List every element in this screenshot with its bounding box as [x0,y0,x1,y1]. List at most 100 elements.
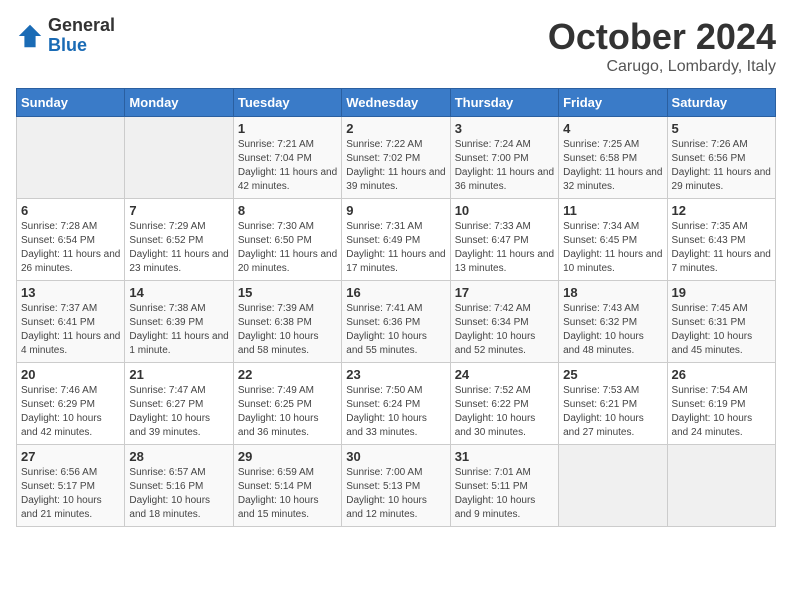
day-number: 5 [672,121,771,136]
day-number: 17 [455,285,554,300]
day-info: Sunrise: 6:59 AMSunset: 5:14 PMDaylight:… [238,466,337,522]
week-row-5: 27Sunrise: 6:56 AMSunset: 5:17 PMDayligh… [17,445,776,527]
day-number: 8 [238,203,337,218]
calendar-cell: 8 Sunrise: 7:30 AMSunset: 6:50 PMDaylight… [233,199,341,281]
calendar-cell: 29 Sunrise: 6:59 AMSunset: 5:14 PMDayligh… [233,445,341,527]
day-number: 11 [563,203,662,218]
day-info: Sunrise: 7:39 AMSunset: 6:38 PMDaylight:… [238,302,337,358]
logo-general: General [48,16,115,36]
day-number: 24 [455,367,554,382]
day-number: 10 [455,203,554,218]
calendar-cell: 19 Sunrise: 7:45 AMSunset: 6:31 PMDayligh… [667,281,775,363]
calendar-cell: 23Sunrise: 7:50 AMSunset: 6:24 PMDayligh… [342,363,450,445]
weekday-header-wednesday: Wednesday [342,89,450,117]
day-info: Sunrise: 7:38 AMSunset: 6:39 PMDaylight:… [129,302,228,358]
calendar-cell: 28 Sunrise: 6:57 AMSunset: 5:16 PMDayligh… [125,445,233,527]
weekday-header-sunday: Sunday [17,89,125,117]
day-number: 19 [672,285,771,300]
calendar-cell: 24Sunrise: 7:52 AMSunset: 6:22 PMDayligh… [450,363,558,445]
day-number: 22 [238,367,337,382]
calendar-cell: 18 Sunrise: 7:43 AMSunset: 6:32 PMDayligh… [559,281,667,363]
day-info: Sunrise: 7:35 AMSunset: 6:43 PMDaylight:… [672,220,771,276]
page-header: General Blue October 2024 Carugo, Lombar… [16,16,776,76]
title-block: October 2024 Carugo, Lombardy, Italy [548,16,776,76]
day-number: 26 [672,367,771,382]
location: Carugo, Lombardy, Italy [548,58,776,76]
day-info: Sunrise: 7:34 AMSunset: 6:45 PMDaylight:… [563,220,662,276]
day-info: Sunrise: 6:57 AMSunset: 5:16 PMDaylight:… [129,466,228,522]
day-info: Sunrise: 7:30 AMSunset: 6:50 PMDaylight:… [238,220,337,276]
day-info: Sunrise: 7:00 AMSunset: 5:13 PMDaylight:… [346,466,445,522]
day-info: Sunrise: 7:45 AMSunset: 6:31 PMDaylight:… [672,302,771,358]
day-info: Sunrise: 7:54 AMSunset: 6:19 PMDaylight:… [672,384,771,440]
calendar-cell [17,117,125,199]
calendar-cell: 31 Sunrise: 7:01 AMSunset: 5:11 PMDayligh… [450,445,558,527]
calendar-cell: 6 Sunrise: 7:28 AMSunset: 6:54 PMDaylight… [17,199,125,281]
day-number: 30 [346,449,445,464]
day-info: Sunrise: 7:28 AMSunset: 6:54 PMDaylight:… [21,220,120,276]
day-info: Sunrise: 7:49 AMSunset: 6:25 PMDaylight:… [238,384,337,440]
day-number: 1 [238,121,337,136]
month-year: October 2024 [548,16,776,58]
calendar-cell: 27Sunrise: 6:56 AMSunset: 5:17 PMDayligh… [17,445,125,527]
week-row-3: 13 Sunrise: 7:37 AMSunset: 6:41 PMDayligh… [17,281,776,363]
calendar-cell [559,445,667,527]
calendar-cell: 25Sunrise: 7:53 AMSunset: 6:21 PMDayligh… [559,363,667,445]
day-number: 18 [563,285,662,300]
day-number: 14 [129,285,228,300]
day-number: 2 [346,121,445,136]
calendar-cell: 14 Sunrise: 7:38 AMSunset: 6:39 PMDayligh… [125,281,233,363]
logo-icon [16,22,44,50]
calendar-cell: 20 Sunrise: 7:46 AMSunset: 6:29 PMDayligh… [17,363,125,445]
day-number: 21 [129,367,228,382]
day-info: Sunrise: 7:25 AMSunset: 6:58 PMDaylight:… [563,138,662,194]
day-info: Sunrise: 7:01 AMSunset: 5:11 PMDaylight:… [455,466,554,522]
calendar-cell: 10Sunrise: 7:33 AMSunset: 6:47 PMDayligh… [450,199,558,281]
day-info: Sunrise: 7:46 AMSunset: 6:29 PMDaylight:… [21,384,120,440]
logo: General Blue [16,16,115,56]
logo-text: General Blue [48,16,115,56]
day-number: 28 [129,449,228,464]
weekday-header-friday: Friday [559,89,667,117]
day-number: 20 [21,367,120,382]
weekday-header-monday: Monday [125,89,233,117]
day-info: Sunrise: 7:43 AMSunset: 6:32 PMDaylight:… [563,302,662,358]
week-row-4: 20 Sunrise: 7:46 AMSunset: 6:29 PMDayligh… [17,363,776,445]
day-info: Sunrise: 7:50 AMSunset: 6:24 PMDaylight:… [346,384,445,440]
calendar-table: SundayMondayTuesdayWednesdayThursdayFrid… [16,88,776,527]
weekday-header-saturday: Saturday [667,89,775,117]
weekday-header-thursday: Thursday [450,89,558,117]
calendar-cell: 21Sunrise: 7:47 AMSunset: 6:27 PMDayligh… [125,363,233,445]
day-number: 3 [455,121,554,136]
day-info: Sunrise: 7:22 AMSunset: 7:02 PMDaylight:… [346,138,445,194]
day-info: Sunrise: 7:37 AMSunset: 6:41 PMDaylight:… [21,302,120,358]
calendar-cell: 12 Sunrise: 7:35 AMSunset: 6:43 PMDayligh… [667,199,775,281]
day-number: 12 [672,203,771,218]
day-info: Sunrise: 7:24 AMSunset: 7:00 PMDaylight:… [455,138,554,194]
day-number: 25 [563,367,662,382]
day-info: Sunrise: 7:42 AMSunset: 6:34 PMDaylight:… [455,302,554,358]
calendar-cell: 17 Sunrise: 7:42 AMSunset: 6:34 PMDayligh… [450,281,558,363]
day-info: Sunrise: 7:41 AMSunset: 6:36 PMDaylight:… [346,302,445,358]
day-info: Sunrise: 7:29 AMSunset: 6:52 PMDaylight:… [129,220,228,276]
day-number: 27 [21,449,120,464]
weekday-header-tuesday: Tuesday [233,89,341,117]
day-number: 13 [21,285,120,300]
calendar-cell: 26 Sunrise: 7:54 AMSunset: 6:19 PMDayligh… [667,363,775,445]
day-info: Sunrise: 7:31 AMSunset: 6:49 PMDaylight:… [346,220,445,276]
week-row-2: 6 Sunrise: 7:28 AMSunset: 6:54 PMDaylight… [17,199,776,281]
day-number: 16 [346,285,445,300]
calendar-cell: 4 Sunrise: 7:25 AMSunset: 6:58 PMDaylight… [559,117,667,199]
calendar-cell: 15Sunrise: 7:39 AMSunset: 6:38 PMDayligh… [233,281,341,363]
calendar-cell: 30 Sunrise: 7:00 AMSunset: 5:13 PMDayligh… [342,445,450,527]
calendar-cell: 3 Sunrise: 7:24 AMSunset: 7:00 PMDaylight… [450,117,558,199]
calendar-cell [667,445,775,527]
calendar-cell: 5Sunrise: 7:26 AMSunset: 6:56 PMDaylight… [667,117,775,199]
week-row-1: 1Sunrise: 7:21 AMSunset: 7:04 PMDaylight… [17,117,776,199]
day-number: 31 [455,449,554,464]
day-number: 4 [563,121,662,136]
day-number: 6 [21,203,120,218]
calendar-cell: 9Sunrise: 7:31 AMSunset: 6:49 PMDaylight… [342,199,450,281]
calendar-cell: 2 Sunrise: 7:22 AMSunset: 7:02 PMDaylight… [342,117,450,199]
day-number: 29 [238,449,337,464]
